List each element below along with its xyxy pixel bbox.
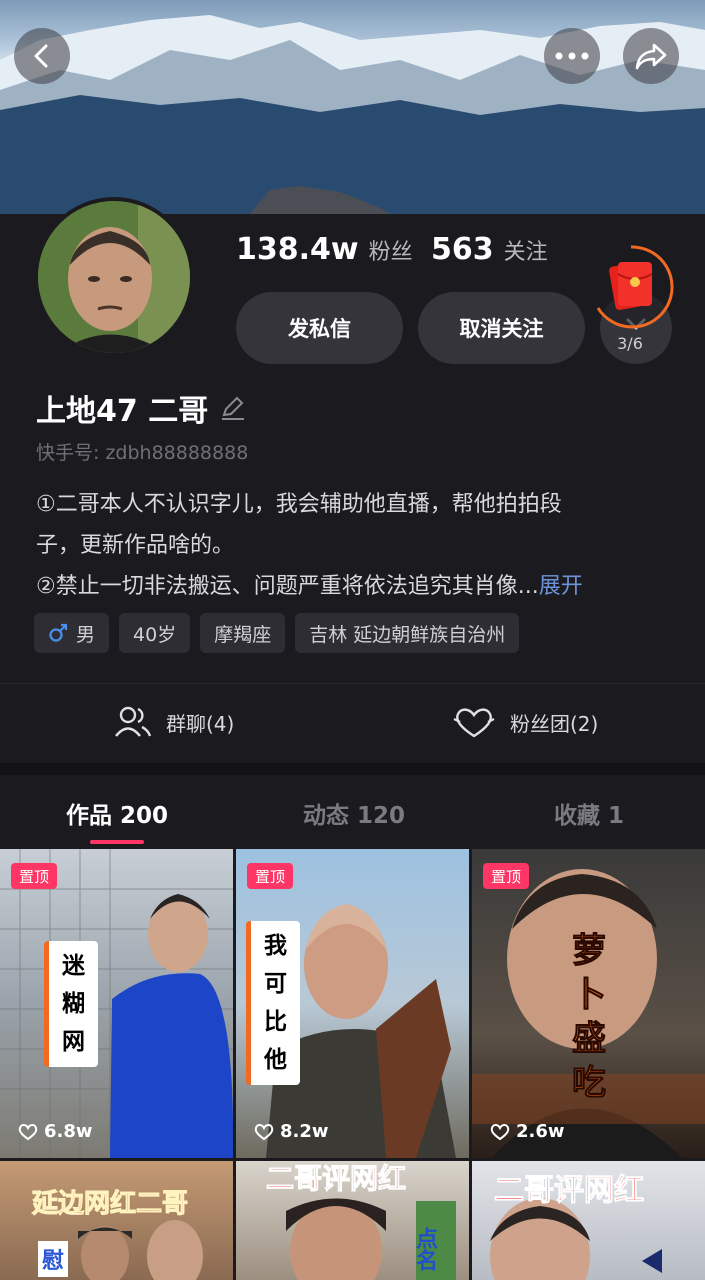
caption-char: 盛	[572, 1019, 607, 1060]
edit-icon[interactable]	[218, 393, 248, 423]
user-id: 快手号: zdbh88888888	[36, 442, 249, 464]
cover-image	[0, 0, 705, 214]
like-count: 8.2w	[254, 1121, 329, 1142]
unfollow-button[interactable]: 取消关注	[418, 292, 585, 364]
avatar[interactable]	[34, 197, 194, 357]
fan-club-label: 粉丝团(2)	[510, 711, 599, 736]
like-count: 6.8w	[18, 1121, 93, 1142]
video-side-text: 慰	[38, 1241, 69, 1277]
video-thumbnail[interactable]: 二哥评网红	[472, 1161, 705, 1280]
following-label: 关注	[503, 240, 548, 265]
red-packet-button[interactable]	[588, 244, 674, 330]
tab-favorites[interactable]: 收藏 1	[554, 796, 624, 830]
group-chat-button[interactable]: 群聊(4)	[114, 700, 234, 744]
caption-char: 卜	[572, 975, 607, 1016]
heart-outline-icon	[18, 1123, 38, 1140]
heart-outline-icon	[453, 708, 495, 738]
gender-tag: 男	[34, 613, 110, 653]
divider	[0, 683, 705, 684]
active-tab-indicator	[90, 840, 144, 844]
profile-tags: 男 40岁 摩羯座 吉林 延边朝鲜族自治州	[34, 613, 520, 653]
group-chat-label: 群聊(4)	[166, 711, 235, 736]
red-packet-icon	[591, 245, 674, 329]
video-caption: 我 可 比 他	[246, 921, 300, 1085]
video-caption: 二哥评网红	[494, 1173, 645, 1209]
followers-label: 粉丝	[368, 240, 413, 265]
like-count-text: 2.6w	[516, 1121, 565, 1142]
pinned-badge: 置顶	[483, 863, 530, 889]
share-icon	[635, 43, 667, 70]
caption-char: 网	[62, 1029, 85, 1055]
caption-char: 他	[264, 1047, 287, 1073]
following-stat[interactable]: 563 关注	[431, 232, 548, 267]
bio-line: 子，更新作品啥的。	[36, 533, 235, 558]
caption-char: 萝	[572, 931, 607, 972]
bio-line-3-text: ②禁止一切非法搬运、问题严重将依法追究其肖像...	[36, 574, 539, 599]
fan-club-button[interactable]: 粉丝团(2)	[452, 700, 598, 744]
profile-name-row: 上地47 二哥	[36, 386, 248, 430]
video-thumbnail[interactable]: 二哥评网红 点名	[236, 1161, 469, 1280]
bio-expand-link[interactable]: 展开	[539, 574, 583, 599]
video-caption: 二哥评网红	[265, 1162, 407, 1196]
heart-outline-icon	[254, 1123, 274, 1140]
tab-works[interactable]: 作品 200	[66, 796, 168, 830]
video-caption: 萝 卜 盛 吃	[564, 929, 614, 1105]
group-icon	[115, 706, 152, 737]
red-packet-count: 3/6	[617, 334, 643, 353]
like-count-text: 6.8w	[44, 1121, 93, 1142]
video-thumbnail[interactable]: 置顶 我 可 比 他 8.2w	[236, 849, 469, 1158]
video-thumbnail[interactable]: 置顶 萝 卜 盛 吃 2.6w	[472, 849, 705, 1158]
like-count: 2.6w	[490, 1121, 565, 1142]
like-count-text: 8.2w	[280, 1121, 329, 1142]
back-button[interactable]	[14, 28, 70, 84]
back-icon	[34, 44, 48, 68]
zodiac-tag: 摩羯座	[200, 613, 286, 653]
video-side-text: 点名	[412, 1227, 437, 1271]
age-tag: 40岁	[119, 613, 191, 653]
caption-char: 吃	[572, 1063, 607, 1104]
caption-char: 迷	[62, 953, 85, 979]
video-caption: 延边网红二哥	[31, 1189, 189, 1220]
followers-stat[interactable]: 138.4w 粉丝	[236, 232, 413, 267]
caption-char: 可	[264, 971, 287, 997]
share-button[interactable]	[623, 28, 679, 84]
caption-char: 糊	[62, 991, 85, 1017]
section-separator	[0, 763, 705, 775]
profile-name: 上地47 二哥	[36, 394, 209, 429]
location-tag: 吉林 延边朝鲜族自治州	[295, 613, 520, 653]
video-caption: 迷 糊 网	[44, 941, 98, 1067]
gender-male-icon	[49, 623, 68, 642]
more-icon	[555, 52, 589, 60]
video-thumbnail[interactable]: 置顶 迷 糊 网 6.8w	[0, 849, 233, 1158]
caption-char: 我	[264, 933, 287, 959]
pinned-badge: 置顶	[247, 863, 294, 889]
heart-outline-icon	[490, 1123, 510, 1140]
gender-text: 男	[76, 623, 96, 646]
bio-line-3: ②禁止一切非法搬运、问题严重将依法追究其肖像...展开	[36, 566, 676, 607]
bio-line: ①二哥本人不认识字儿，我会辅助他直播，帮他拍拍段	[36, 492, 562, 517]
caption-char: 比	[264, 1009, 287, 1035]
video-thumbnail[interactable]: 延边网红二哥 慰	[0, 1161, 233, 1280]
following-count: 563	[431, 232, 494, 267]
pinned-badge: 置顶	[11, 863, 58, 889]
more-button[interactable]	[544, 28, 600, 84]
message-button[interactable]: 发私信	[236, 292, 403, 364]
profile-bio: ①二哥本人不认识字儿，我会辅助他直播，帮他拍拍段 子，更新作品啥的。 ②禁止一切…	[36, 484, 676, 607]
tab-moments[interactable]: 动态 120	[303, 796, 405, 830]
followers-count: 138.4w	[236, 232, 359, 267]
